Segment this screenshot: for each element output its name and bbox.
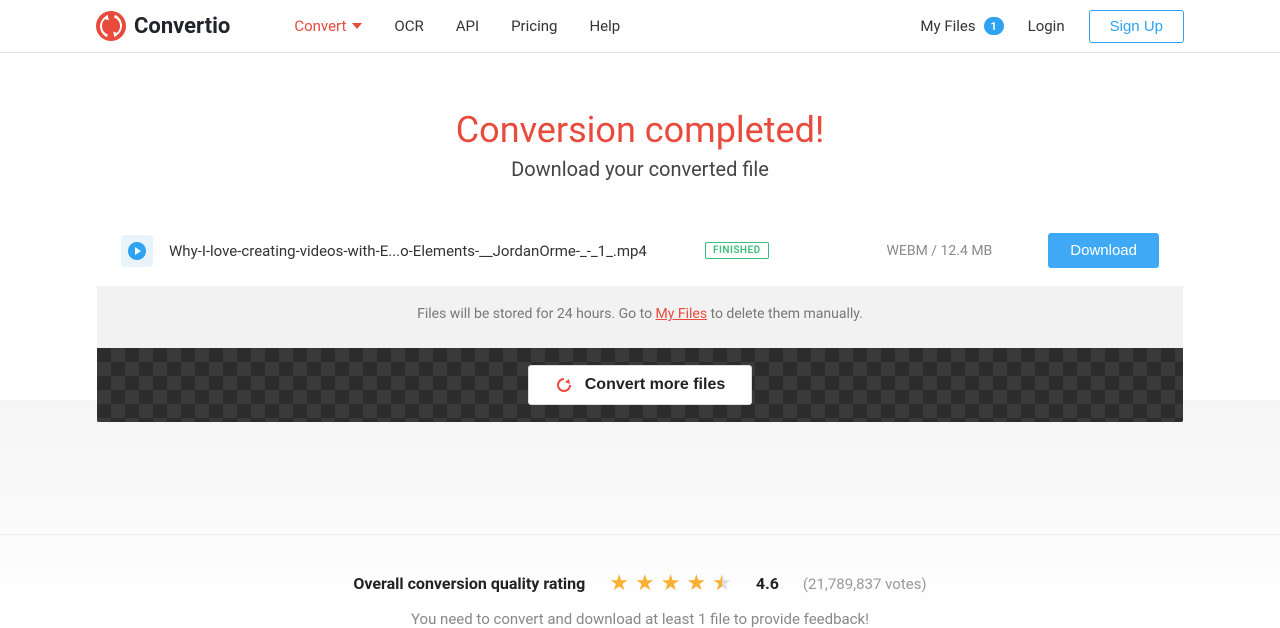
refresh-icon	[555, 376, 573, 394]
file-name: Why-I-love-creating-videos-with-E...o-El…	[169, 242, 689, 260]
storage-note: Files will be stored for 24 hours. Go to…	[97, 286, 1183, 348]
star-icon: ★	[661, 571, 681, 596]
storage-note-prefix: Files will be stored for 24 hours. Go to	[417, 306, 655, 322]
nav-help[interactable]: Help	[589, 17, 620, 35]
logo-text: Convertio	[134, 14, 230, 39]
download-button[interactable]: Download	[1048, 233, 1159, 268]
convert-more-label: Convert more files	[585, 376, 725, 394]
convert-more-button[interactable]: Convert more files	[528, 365, 752, 405]
rating-count: (21,789,837 votes)	[803, 575, 927, 593]
signup-button[interactable]: Sign Up	[1089, 10, 1184, 43]
page-subtitle: Download your converted file	[0, 157, 1280, 181]
nav-my-files-label: My Files	[920, 17, 975, 35]
status-badge: FINISHED	[705, 242, 769, 259]
file-meta: WEBM / 12.4 MB	[887, 243, 993, 259]
convert-more-strip: Convert more files	[97, 348, 1183, 422]
my-files-link[interactable]: My Files	[656, 306, 708, 322]
play-icon	[128, 242, 146, 260]
nav-pricing[interactable]: Pricing	[511, 17, 557, 35]
nav-api[interactable]: API	[456, 17, 479, 35]
rating-section: Overall conversion quality rating ★ ★ ★ …	[0, 534, 1280, 628]
star-icon: ★	[686, 571, 706, 596]
nav-login[interactable]: Login	[1028, 17, 1065, 35]
nav-convert[interactable]: Convert	[294, 17, 362, 35]
rating-label: Overall conversion quality rating	[353, 574, 585, 593]
nav-convert-label: Convert	[294, 17, 346, 35]
star-half-icon: ★★	[712, 571, 732, 596]
star-icon: ★	[609, 571, 629, 596]
rating-note: You need to convert and download at leas…	[0, 610, 1280, 628]
nav-my-files[interactable]: My Files 1	[920, 17, 1003, 35]
chevron-down-icon	[352, 23, 362, 29]
conversion-panel: Why-I-love-creating-videos-with-E...o-El…	[97, 215, 1183, 422]
rating-stars: ★ ★ ★ ★ ★★	[609, 571, 732, 596]
logo[interactable]: Convertio	[96, 11, 230, 41]
play-button[interactable]	[121, 235, 153, 267]
logo-icon	[96, 11, 126, 41]
my-files-badge: 1	[984, 17, 1004, 35]
nav-ocr[interactable]: OCR	[394, 17, 423, 35]
page-title: Conversion completed!	[0, 109, 1280, 151]
file-row: Why-I-love-creating-videos-with-E...o-El…	[97, 215, 1183, 286]
star-icon: ★	[635, 571, 655, 596]
rating-value: 4.6	[756, 574, 779, 593]
storage-note-suffix: to delete them manually.	[707, 306, 863, 322]
